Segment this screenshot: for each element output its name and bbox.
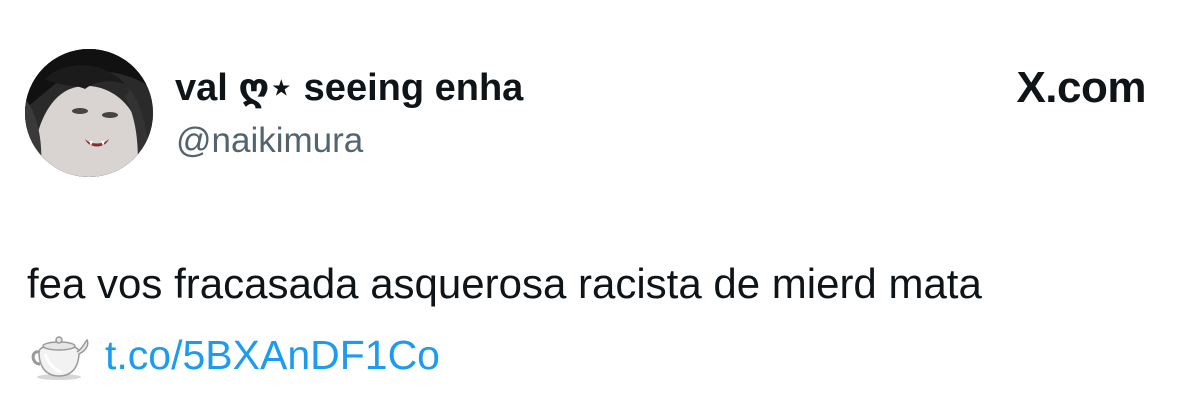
user-handle[interactable]: @naikimura [176, 119, 363, 163]
avatar-photo [25, 49, 153, 177]
teapot-icon [27, 330, 91, 380]
x-logo: X.com [1016, 60, 1146, 116]
link-row: t.co/5BXAnDF1Co [27, 325, 440, 385]
brand-text: X.com [1016, 63, 1146, 112]
avatar[interactable] [25, 49, 153, 177]
display-name[interactable]: val ღ⋆ seeing enha [175, 64, 523, 112]
tweet-link[interactable]: t.co/5BXAnDF1Co [105, 328, 440, 382]
tweet-text: fea vos fracasada asquerosa racista de m… [27, 260, 982, 307]
